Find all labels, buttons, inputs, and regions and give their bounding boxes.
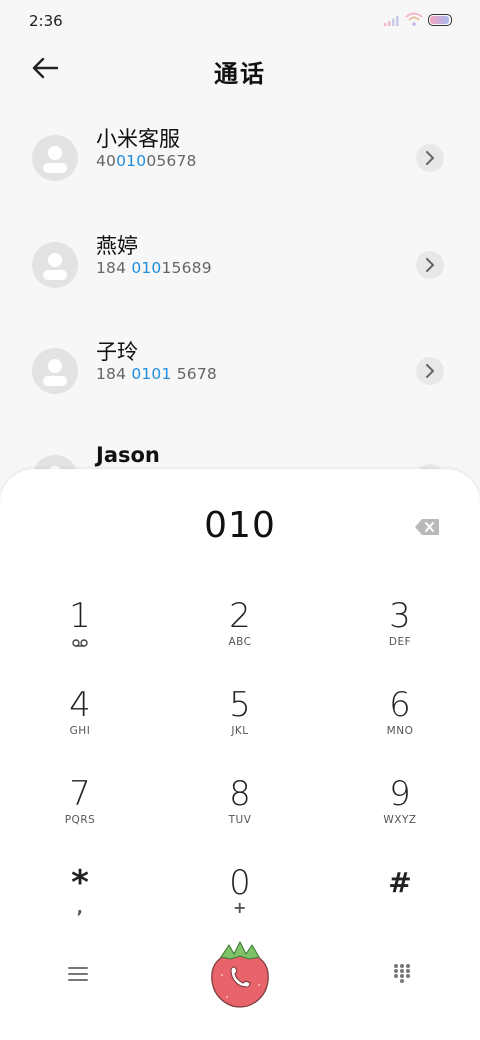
status-time: 2:36	[29, 12, 63, 30]
contact-detail-button[interactable]	[416, 251, 444, 279]
contact-row[interactable]: 小米客服 4001005678	[0, 127, 480, 235]
dialer-panel: 010 1 2 ABC 3 DEF 4 GHI 5 JKL 6 MNO 7 PQRS 8 TU…	[0, 469, 480, 1040]
key-star[interactable]: *,	[20, 864, 140, 934]
menu-icon[interactable]	[68, 966, 88, 982]
signal-icon	[384, 16, 399, 26]
wifi-icon	[405, 12, 423, 26]
contact-number: 4001005678	[96, 152, 197, 170]
contact-row[interactable]: 子玲 184 0101 5678	[0, 340, 480, 448]
backspace-icon[interactable]	[414, 518, 440, 536]
avatar	[32, 242, 78, 288]
key-7[interactable]: 7 PQRS	[20, 775, 140, 845]
contact-number: 184 0101 5678	[96, 365, 217, 383]
key-8[interactable]: 8 TUV	[180, 775, 300, 845]
key-4[interactable]: 4 GHI	[20, 686, 140, 756]
contact-name: 燕婷	[96, 234, 138, 258]
avatar	[32, 348, 78, 394]
contact-row[interactable]: 燕婷 184 01015689	[0, 234, 480, 342]
keypad-grid-icon[interactable]	[393, 963, 411, 983]
key-1[interactable]: 1	[20, 597, 140, 667]
key-9[interactable]: 9 WXYZ	[340, 775, 460, 845]
voicemail-icon	[72, 639, 88, 647]
dial-entry[interactable]: 010	[0, 505, 480, 546]
key-2[interactable]: 2 ABC	[180, 597, 300, 667]
contact-detail-button[interactable]	[416, 144, 444, 172]
contact-name: 子玲	[96, 340, 138, 364]
status-bar: 2:36	[0, 0, 480, 40]
chevron-right-icon	[426, 151, 435, 165]
contact-number: 184 01015689	[96, 259, 212, 277]
page-title: 通话	[214, 60, 266, 88]
strawberry-call-icon[interactable]	[207, 939, 273, 1009]
contact-name: 小米客服	[96, 127, 180, 151]
key-0[interactable]: 0 +	[180, 864, 300, 934]
contact-name: Jason	[96, 443, 160, 467]
key-6[interactable]: 6 MNO	[340, 686, 460, 756]
contact-detail-button[interactable]	[416, 357, 444, 385]
key-3[interactable]: 3 DEF	[340, 597, 460, 667]
avatar	[32, 135, 78, 181]
header: 通话	[0, 48, 480, 92]
battery-icon	[428, 14, 452, 26]
chevron-right-icon	[426, 258, 435, 272]
key-5[interactable]: 5 JKL	[180, 686, 300, 756]
key-hash[interactable]: #	[340, 864, 460, 934]
chevron-right-icon	[426, 364, 435, 378]
